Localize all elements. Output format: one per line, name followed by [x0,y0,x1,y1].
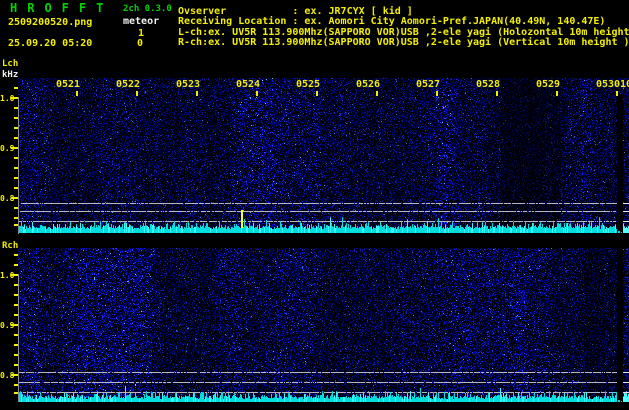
time-tick [496,91,498,96]
time-label: 0530 [596,79,621,90]
output-filename: 2509200520.png [8,17,93,28]
lch-channel-label: Lch [2,59,19,69]
location-info-line: Receiving Location : ex. Aomori City Aom… [178,16,606,27]
time-tick [376,91,378,96]
hrofft-output-screen: HROFFT 2ch 0.3.0 2509200520.png meteor 1… [0,0,629,410]
rch-spectrogram-canvas [18,248,629,404]
rch-channel-label: Rch [2,241,19,251]
rch-receiver-info-line: R-ch:ex. UV5R 113.900Mhz(SAPPORO VOR)USB… [178,37,629,48]
time-tick [76,91,78,96]
freq-major-tick [11,197,18,199]
time-tick [136,91,138,96]
time-tick [616,91,618,96]
observation-datetime: 25.09.20 05:20 [8,38,93,49]
freq-major-tick [11,274,18,276]
time-label: 0529 [536,79,561,90]
app-version: 2ch 0.3.0 [123,4,172,14]
freq-minor-tick [14,254,18,256]
time-label: 0525 [296,79,321,90]
time-label: 0522 [116,79,141,90]
time-label-partial: 10 [620,79,629,90]
time-tick [316,91,318,96]
freq-major-tick [11,374,18,376]
time-tick [436,91,438,96]
lch-spectrogram-canvas [18,78,629,237]
panel-axis-line [18,97,19,234]
app-title: HROFFT [10,1,114,15]
time-label: 0526 [356,79,381,90]
freq-major-tick [11,147,18,149]
time-label: 0527 [416,79,441,90]
time-label: 0521 [56,79,81,90]
time-tick [256,91,258,96]
freq-major-tick [11,324,18,326]
time-label: 0524 [236,79,261,90]
time-label: 0523 [176,79,201,90]
freq-minor-tick [14,87,18,89]
meteor-count-rch: 0 [137,38,144,49]
frequency-unit-label: kHz [2,70,19,80]
panel-axis-line [18,274,19,402]
meteor-counter-label: meteor [123,16,160,27]
time-tick [556,91,558,96]
time-label: 0528 [476,79,501,90]
freq-major-tick [11,97,18,99]
time-tick [196,91,198,96]
freq-minor-tick [14,264,18,266]
